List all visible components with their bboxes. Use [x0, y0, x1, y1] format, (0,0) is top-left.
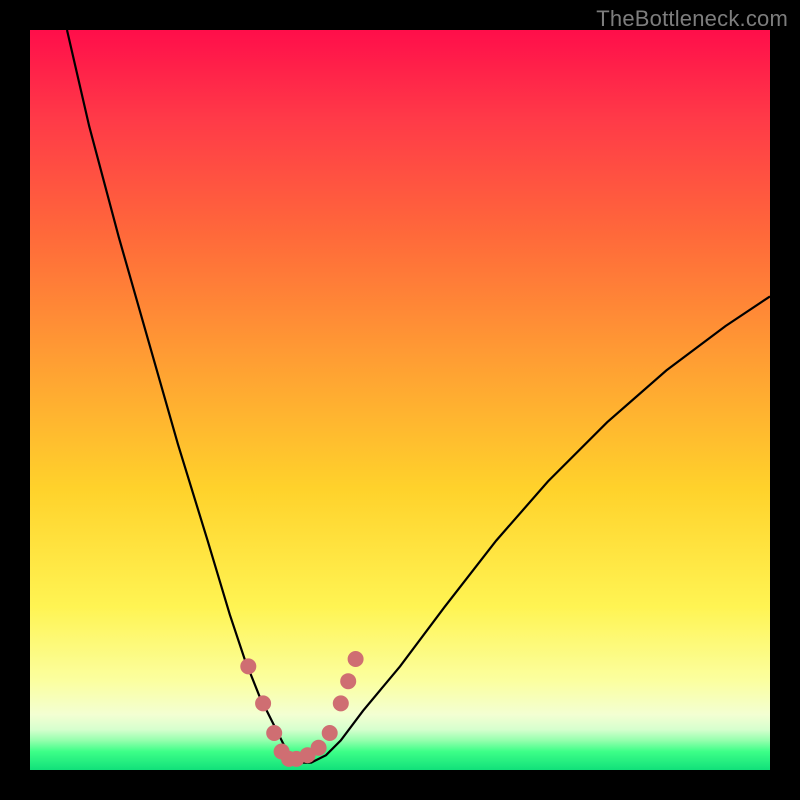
- curve-marker: [266, 725, 282, 741]
- curve-marker: [333, 695, 349, 711]
- curve-marker: [348, 651, 364, 667]
- curve-marker: [340, 673, 356, 689]
- bottleneck-curve: [67, 30, 770, 763]
- curve-marker: [255, 695, 271, 711]
- chart-svg: [30, 30, 770, 770]
- curve-marker: [240, 658, 256, 674]
- watermark-text: TheBottleneck.com: [596, 6, 788, 32]
- curve-marker: [311, 740, 327, 756]
- plot-area: [30, 30, 770, 770]
- curve-markers: [240, 651, 363, 767]
- outer-frame: TheBottleneck.com: [0, 0, 800, 800]
- curve-marker: [322, 725, 338, 741]
